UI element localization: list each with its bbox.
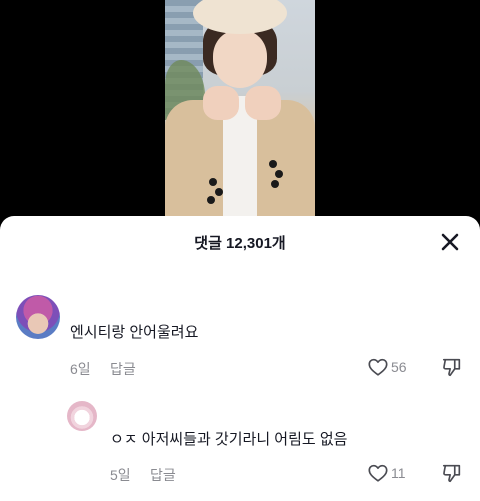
comments-count-title: 댓글 12,301개 [194,235,286,252]
coat-button [215,188,223,196]
dislike-button[interactable] [441,462,463,484]
comment-date: 6일 [70,361,91,377]
video-thumbnail[interactable] [165,0,315,228]
person-hand-left [203,86,239,120]
video-background [0,0,480,228]
avatar[interactable] [16,295,60,339]
comment-reply-item: ㅇㅈ 아저씨들과 갓기라니 어림도 없음 5일 답글 11 [0,398,480,501]
comment-date: 5일 [110,467,131,483]
avatar[interactable] [67,401,97,431]
close-icon [441,233,459,251]
comment-item: 엔시티랑 안어울려요 6일 답글 56 [0,290,480,390]
coat-button [269,160,277,168]
reply-button[interactable]: 답글 [150,465,176,485]
person-face [213,30,267,88]
thumbs-down-icon [442,358,461,377]
person-hand-right [245,86,281,120]
coat-button [271,180,279,188]
like-count: 11 [391,465,406,481]
like-button[interactable] [367,462,389,484]
heart-icon [368,464,388,482]
close-button[interactable] [438,230,462,254]
comments-header: 댓글 12,301개 [0,216,480,268]
like-count: 56 [391,359,407,375]
heart-icon [368,358,388,376]
coat-button [207,196,215,204]
dislike-button[interactable] [441,356,463,378]
coat-button [209,178,217,186]
comment-text: 엔시티랑 안어울려요 [70,324,199,341]
coat-button [275,170,283,178]
reply-button[interactable]: 답글 [110,359,136,379]
comment-text: ㅇㅈ 아저씨들과 갓기라니 어림도 없음 [110,431,348,448]
like-button[interactable] [367,356,389,378]
thumbs-down-icon [442,464,461,483]
comments-sheet: 댓글 12,301개 엔시티랑 안어울려요 6일 답글 56 ㅇㅈ 아저씨들과 … [0,216,480,501]
